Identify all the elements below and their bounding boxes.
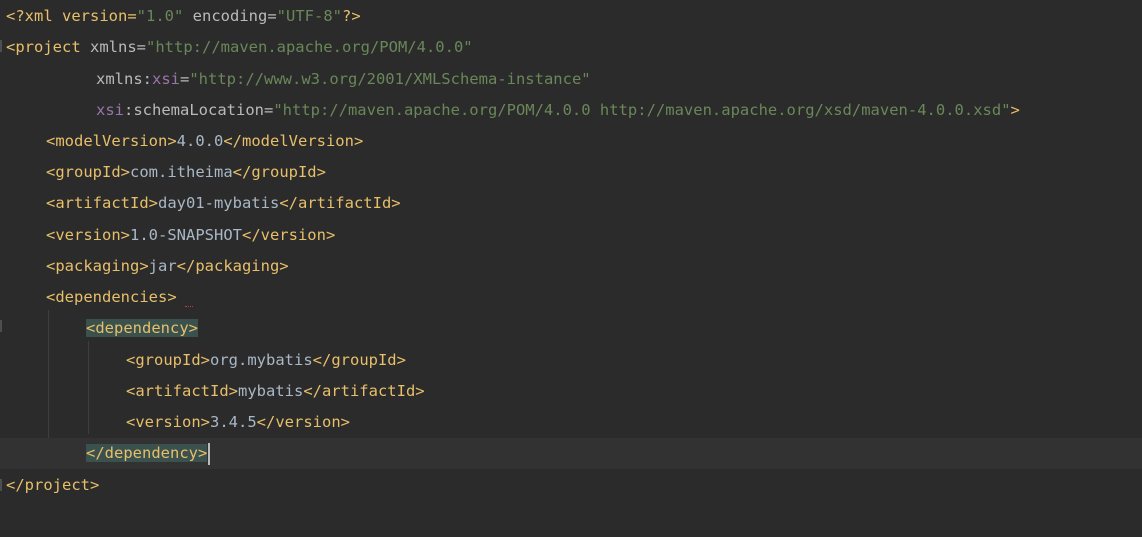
element-text: mybatis [237,382,304,400]
attr-value: "http://maven.apache.org/POM/4.0.0 http:… [273,101,1011,119]
code-line-9[interactable]: <packaging>jar</packaging> [46,251,1142,282]
tag-end: > [1010,101,1020,119]
attr-value: "http://www.w3.org/2001/XMLSchema-instan… [189,70,591,88]
attr-name: :schemaLocation= [124,101,274,119]
tag-open: <groupId> [46,163,130,181]
warning-squiggle [185,303,193,307]
tag-open: <groupId> [126,351,210,369]
tag-close: </version> [241,226,336,244]
code-line-15-current[interactable]: </dependency> [0,438,1142,469]
tag-close: </artifactId> [303,382,425,400]
attr-namespace: xsi [152,70,180,88]
code-line-12[interactable]: <groupId>org.mybatis</groupId> [126,345,1142,376]
element-text: 3.4.5 [210,413,257,431]
element-text: 1.0-SNAPSHOT [130,226,242,244]
tag-open: <modelVersion> [46,132,177,150]
tag-open: <artifactId> [126,382,238,400]
attr-value: "http://maven.apache.org/POM/4.0.0" [146,38,473,56]
tag-open: <dependencies> [46,288,177,306]
tag-close: </groupId> [312,351,406,369]
tag-open: <version> [46,226,130,244]
code-line-10[interactable]: <dependencies> [46,282,1142,313]
code-line-2[interactable]: <project xmlns="http://maven.apache.org/… [6,32,1142,63]
xml-prolog-start: <?xml version= [6,7,137,25]
attr-name: xmlns= [90,38,146,56]
xml-prolog-end: ?> [341,7,361,25]
attr-value: "UTF-8" [276,7,342,25]
attr-name: encoding= [183,7,277,25]
attr-value: "1.0" [136,7,184,25]
tag-open: <version> [126,413,210,431]
code-line-16[interactable]: </project> [6,470,1142,501]
attr-name: xmlns: [96,70,152,88]
element-text: org.mybatis [210,351,313,369]
fold-marker[interactable] [0,479,2,491]
tag-close: </version> [256,413,350,431]
fold-marker[interactable] [0,40,2,52]
attr-namespace: xsi [96,101,124,119]
element-text: day01-mybatis [157,194,280,212]
tag-close: </packaging> [176,257,289,275]
tag-close: </artifactId> [279,194,401,212]
code-line-7[interactable]: <artifactId>day01-mybatis</artifactId> [46,188,1142,219]
tag-open: <project [6,38,90,56]
code-editor[interactable]: <?xml version="1.0" encoding="UTF-8"?> <… [0,0,1142,537]
code-line-3[interactable]: xmlns:xsi="http://www.w3.org/2001/XMLSch… [96,64,1142,95]
element-text: 4.0.0 [176,132,224,150]
fold-marker[interactable] [0,320,2,332]
element-text: com.itheima [130,163,233,181]
code-line-8[interactable]: <version>1.0-SNAPSHOT</version> [46,220,1142,251]
indent-guide [88,341,89,434]
code-line-13[interactable]: <artifactId>mybatis</artifactId> [126,376,1142,407]
code-line-4[interactable]: xsi:schemaLocation="http://maven.apache.… [96,95,1142,126]
tag-open: <artifactId> [46,194,158,212]
attr-equals: = [180,70,190,88]
tag-close: </project> [6,476,100,494]
code-line-5[interactable]: <modelVersion>4.0.0</modelVersion> [46,126,1142,157]
tag-close-highlighted: </dependency> [86,444,208,462]
tag-open-highlighted: <dependency> [86,319,198,337]
tag-close: </modelVersion> [223,132,364,150]
code-line-6[interactable]: <groupId>com.itheima</groupId> [46,157,1142,188]
code-line-11[interactable]: <dependency> [86,313,1142,344]
text-caret [208,442,211,465]
tag-close: </groupId> [232,163,326,181]
code-line-1[interactable]: <?xml version="1.0" encoding="UTF-8"?> [6,1,1142,32]
element-text: jar [148,257,177,275]
code-line-14[interactable]: <version>3.4.5</version> [126,407,1142,438]
tag-open: <packaging> [46,257,149,275]
